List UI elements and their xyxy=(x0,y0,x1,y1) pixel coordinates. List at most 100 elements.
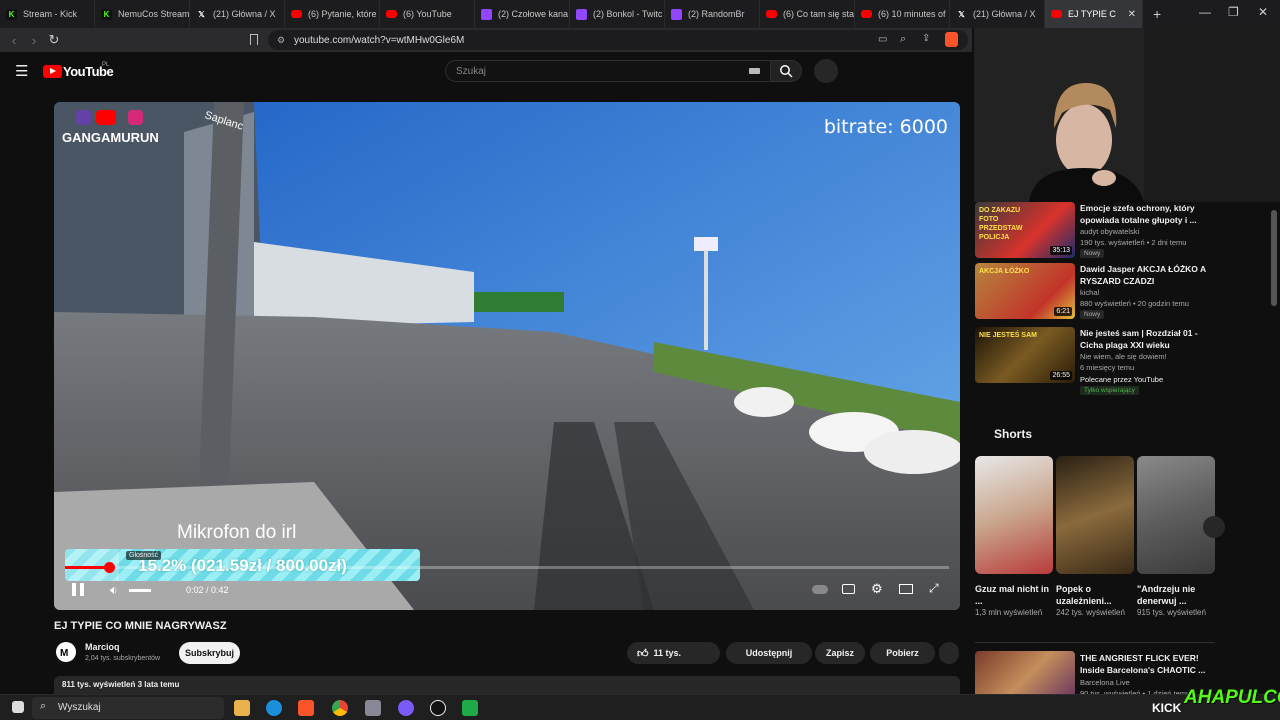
rec-channel[interactable]: Barcelona Live xyxy=(1080,677,1130,688)
reload-icon[interactable]: ↻ xyxy=(44,32,64,48)
short-title[interactable]: Popek o uzależnieni... xyxy=(1056,583,1134,607)
rec-thumbnail[interactable]: NIE JESTEŚ SAM 26:55 xyxy=(975,327,1075,383)
menu-icon[interactable]: ☰ xyxy=(15,62,28,80)
kick-logo: KICK xyxy=(1152,701,1182,715)
fullscreen-icon[interactable]: ⤢ xyxy=(929,581,939,596)
kick-icon: K xyxy=(6,8,17,20)
forward-icon[interactable]: › xyxy=(24,33,44,48)
youtube-icon xyxy=(1051,10,1062,18)
short-item[interactable]: Gzuz mal nicht in ... 1,3 mln wyświetleń xyxy=(975,456,1053,618)
windows-start-icon[interactable] xyxy=(12,701,24,713)
url-field[interactable]: ⚙ youtube.com/watch?v=wtMHw0Gle6M ▭ ⌕ ⇪ xyxy=(268,30,968,50)
shorts-next-button[interactable] xyxy=(1203,516,1225,538)
tab-label: (6) YouTube xyxy=(403,9,452,19)
subscriber-count: 2,04 tys. subskrybentów xyxy=(85,655,161,662)
browser-tab[interactable]: (2) Czołowe kana xyxy=(475,0,570,28)
recommendation-item[interactable]: DO ZAKAZU FOTO PRZEDSTAW POLICJA 35:13 Emo… xyxy=(975,202,1215,260)
file-explorer-icon[interactable] xyxy=(234,700,250,716)
maximize-icon[interactable]: ❐ xyxy=(1228,5,1239,19)
obs-icon[interactable] xyxy=(398,700,414,716)
short-title[interactable]: "Andrzeju nie denerwuj ... xyxy=(1137,583,1215,607)
bookmark-icon[interactable] xyxy=(250,34,258,45)
twitch-icon xyxy=(671,8,682,20)
description-box[interactable]: 811 tys. wyświetleń 3 lata temu xyxy=(54,676,960,694)
voice-search-button[interactable] xyxy=(814,59,838,83)
save-button[interactable]: Zapisz xyxy=(815,642,865,664)
brave-shields-icon[interactable] xyxy=(945,32,958,47)
app-icon[interactable] xyxy=(365,700,381,716)
chrome-icon[interactable] xyxy=(332,700,348,716)
back-icon[interactable]: ‹ xyxy=(4,33,24,48)
rec-channel[interactable]: kichal xyxy=(1080,287,1099,298)
install-app-icon[interactable]: ▭ xyxy=(878,34,887,45)
short-thumbnail[interactable] xyxy=(1056,456,1134,574)
site-settings-icon[interactable]: ⚙ xyxy=(277,35,285,46)
rec-thumbnail[interactable]: AKCJA ŁÓŻKO 6:21 xyxy=(975,263,1075,319)
more-actions-button[interactable] xyxy=(939,642,959,664)
rec-title[interactable]: THE ANGRIEST FLICK EVER! Inside Barcelon… xyxy=(1080,652,1210,676)
zoom-icon[interactable]: ⌕ xyxy=(900,33,906,46)
rec-title[interactable]: Dawid Jasper AKCJA ŁÓŻKO A RYSZARD CZADZ… xyxy=(1080,263,1210,287)
browser-tab[interactable]: (2) RandomBr xyxy=(665,0,760,28)
search-input[interactable]: Szukaj xyxy=(445,60,771,82)
rec-title[interactable]: Emocje szefa ochrony, który opowiada tot… xyxy=(1080,202,1210,226)
browser-tab[interactable]: (6) Co tam się sta xyxy=(760,0,855,28)
youtube-icon xyxy=(386,10,397,18)
volume-icon[interactable]: 🔉︎ xyxy=(110,583,118,598)
short-thumbnail[interactable] xyxy=(1137,456,1215,574)
browser-tab[interactable]: (6) YouTube xyxy=(380,0,475,28)
sidebar-scrollbar[interactable] xyxy=(1271,210,1277,306)
app-icon[interactable] xyxy=(462,700,478,716)
channel-avatar[interactable]: M xyxy=(56,642,76,662)
settings-icon[interactable]: ⚙ xyxy=(871,581,883,597)
search-button[interactable] xyxy=(770,60,802,82)
browser-tab[interactable]: (6) 10 minutes of xyxy=(855,0,950,28)
short-item[interactable]: Popek o uzależnieni... 242 tys. wyświetle… xyxy=(1056,456,1134,618)
share-icon[interactable]: ⇪ xyxy=(922,33,930,44)
short-thumbnail[interactable] xyxy=(975,456,1053,574)
brave-icon[interactable] xyxy=(298,700,314,716)
new-tab-icon[interactable]: + xyxy=(1153,6,1161,22)
recommendation-item[interactable]: NIE JESTEŚ SAM 26:55 Nie jesteś sam | Rozd… xyxy=(975,327,1215,395)
browser-tab-active[interactable]: EJ TYPIE C ✕ xyxy=(1045,0,1143,28)
pause-icon[interactable] xyxy=(72,583,76,596)
minimize-icon[interactable]: — xyxy=(1199,5,1211,19)
taskbar-search[interactable]: ⌕ Wyszukaj xyxy=(32,697,224,719)
video-title: EJ TYPIE CO MNIE NAGRYWASZ xyxy=(54,620,227,632)
channel-name[interactable]: Marcioq xyxy=(85,642,120,652)
short-item[interactable]: "Andrzeju nie denerwuj ... 915 tys. wyświ… xyxy=(1137,456,1215,618)
edge-icon[interactable] xyxy=(266,700,282,716)
rec-channel[interactable]: Nie wiem, ale się dowiem! xyxy=(1080,351,1167,362)
download-button[interactable]: Pobierz xyxy=(870,642,935,664)
browser-tab[interactable]: K Stream - Kick xyxy=(0,0,95,28)
x-icon: 𝕏 xyxy=(198,9,205,19)
taskbar-search-label: Wyszukaj xyxy=(58,702,101,713)
recommendation-item[interactable]: AKCJA ŁÓŻKO 6:21 Dawid Jasper AKCJA ŁÓŻKO … xyxy=(975,263,1215,321)
like-button[interactable]: 👍︎ 11 tys. xyxy=(627,642,720,664)
share-button[interactable]: Udostępnij xyxy=(726,642,812,664)
rec-thumbnail[interactable]: DO ZAKAZU FOTO PRZEDSTAW POLICJA 35:13 xyxy=(975,202,1075,258)
app-icon[interactable] xyxy=(430,700,446,716)
browser-tab[interactable]: (2) Bonkol - Twitc xyxy=(570,0,665,28)
short-title[interactable]: Gzuz mal nicht in ... xyxy=(975,583,1053,607)
subscribe-button[interactable]: Subskrybuj xyxy=(179,642,240,664)
close-window-icon[interactable]: ✕ xyxy=(1258,5,1268,19)
subtitles-icon[interactable] xyxy=(842,584,855,594)
browser-tab[interactable]: (6) Pytanie, które xyxy=(285,0,380,28)
browser-tab[interactable]: 𝕏 (21) Główna / X xyxy=(190,0,285,28)
volume-slider[interactable] xyxy=(129,589,151,592)
rec-channel[interactable]: audyt obywatelski xyxy=(1080,226,1139,237)
browser-tab-bar: K Stream - Kick K NemuCos Stream 𝕏 (21) Główn… xyxy=(0,0,1280,28)
browser-tab[interactable]: 𝕏 (21) Główna / X xyxy=(950,0,1045,28)
twitch-icon xyxy=(481,8,492,20)
browser-tab[interactable]: K NemuCos Stream xyxy=(95,0,190,28)
close-tab-icon[interactable]: ✕ xyxy=(1128,9,1136,20)
seek-bar[interactable] xyxy=(65,562,949,573)
duration-badge: 35:13 xyxy=(1050,246,1072,255)
autoplay-toggle[interactable] xyxy=(812,585,828,594)
video-player[interactable]: GANGAMURUN Saplanc bitrate: 6000 Mikrofo… xyxy=(54,102,960,610)
miniplayer-icon[interactable] xyxy=(899,584,913,594)
rec-title[interactable]: Nie jesteś sam | Rozdział 01 - Cicha pla… xyxy=(1080,327,1210,351)
youtube-logo-icon[interactable] xyxy=(43,65,62,78)
keyboard-icon[interactable] xyxy=(749,68,760,74)
